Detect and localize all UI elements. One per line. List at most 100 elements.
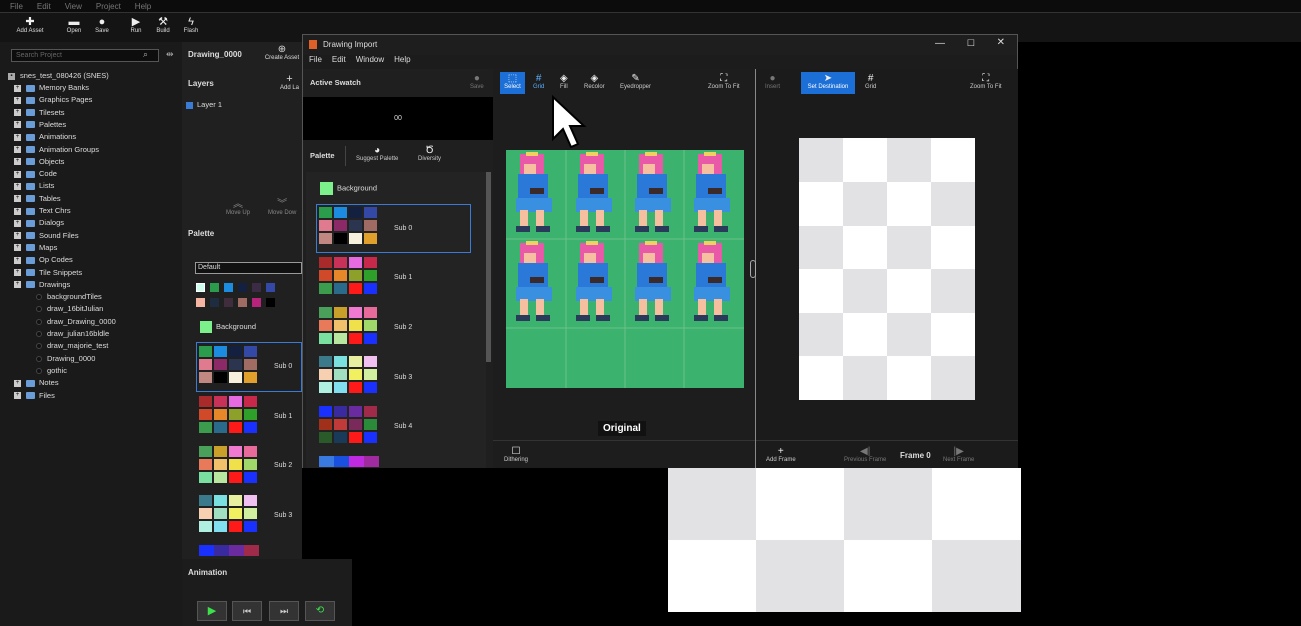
tree-item-tile-snippets[interactable]: + Tile Snippets [14, 268, 82, 277]
sub1-colors-left[interactable] [199, 396, 257, 433]
tree-item-animation-groups[interactable]: + Animation Groups [14, 145, 99, 154]
flash-button[interactable]: ϟ Flash [173, 16, 209, 34]
expand-icon[interactable]: + [14, 133, 21, 141]
background-swatch[interactable] [200, 321, 212, 333]
sub1-colors[interactable] [319, 257, 377, 294]
suggest-palette-button[interactable]: ◕ Suggest Palette [356, 145, 398, 162]
insert-button[interactable]: ● Insert [765, 73, 780, 90]
drawing-item[interactable]: draw_julian16bldle [36, 329, 109, 338]
sub2-colors[interactable] [319, 307, 377, 344]
project-root[interactable]: ▪ snes_test_080426 (SNES) [8, 71, 109, 80]
tool-select[interactable]: ⬚ Select [500, 72, 525, 94]
tree-item-tilesets[interactable]: + Tilesets [14, 108, 65, 117]
wmenu-help[interactable]: Help [394, 55, 410, 67]
drawing-item[interactable]: Drawing_0000 [36, 354, 95, 363]
tree-item-lists[interactable]: + Lists [14, 181, 54, 190]
zoom-to-fit-left[interactable]: ⛶ Zoom To Fit [708, 73, 740, 90]
menu-view[interactable]: View [65, 2, 82, 11]
tree-item-maps[interactable]: + Maps [14, 243, 57, 252]
tree-item-files[interactable]: + Files [14, 391, 55, 400]
drawing-item[interactable]: draw_majorie_test [36, 341, 108, 350]
layer-row[interactable]: Layer 1 [184, 100, 302, 110]
drawing-item[interactable]: backgroundTiles [36, 292, 102, 301]
menu-edit[interactable]: Edit [37, 2, 51, 11]
loop-button[interactable]: ⟲ [305, 601, 335, 621]
expand-icon[interactable]: + [14, 219, 21, 227]
grid-button-right[interactable]: # Grid [865, 73, 876, 90]
palette-scrollbar[interactable] [486, 172, 491, 362]
tool-fill[interactable]: ◈ Fill [560, 73, 568, 90]
expand-icon[interactable]: + [14, 281, 21, 289]
search-input[interactable]: Search Project [11, 49, 159, 62]
collapse-icon[interactable]: ⇹ [166, 49, 174, 60]
add-asset-button[interactable]: ✚ Add Asset [12, 16, 48, 34]
wmenu-file[interactable]: File [309, 55, 322, 67]
expand-icon[interactable]: + [14, 269, 21, 277]
background-row[interactable]: Background [320, 182, 377, 195]
tree-item-tables[interactable]: + Tables [14, 194, 61, 203]
tree-item-op-codes[interactable]: + Op Codes [14, 255, 73, 264]
sub3-colors-left[interactable] [199, 495, 257, 532]
tree-item-drawings[interactable]: + Drawings [14, 280, 70, 289]
expand-icon[interactable]: + [14, 109, 21, 117]
tree-item-objects[interactable]: + Objects [14, 157, 64, 166]
tree-item-graphics-pages[interactable]: + Graphics Pages [14, 95, 92, 104]
dithering-toggle[interactable]: ☐ Dithering [504, 446, 528, 463]
tool-grid[interactable]: # Grid [533, 73, 544, 90]
save-swatch-button[interactable]: ● Save [470, 73, 484, 90]
maximize-icon[interactable]: ☐ [967, 38, 975, 49]
close-icon[interactable]: ✕ [997, 37, 1005, 48]
search-icon[interactable]: ⌕ [143, 49, 148, 60]
doc-tab[interactable]: Drawing_0000 [188, 50, 242, 59]
expand-icon[interactable]: + [14, 195, 21, 203]
save-button[interactable]: ● Save [84, 16, 120, 34]
tree-item-notes[interactable]: + Notes [14, 378, 59, 387]
menu-project[interactable]: Project [96, 2, 121, 11]
tree-item-palettes[interactable]: + Palettes [14, 120, 66, 129]
background-swatch-row[interactable]: Background [200, 321, 256, 333]
drawing-item[interactable]: draw_Drawing_0000 [36, 317, 116, 326]
tool-recolor[interactable]: ◈ Recolor [584, 73, 605, 90]
drawing-item[interactable]: draw_16bitJulian [36, 304, 103, 313]
menu-file[interactable]: File [10, 2, 23, 11]
checkbox-icon[interactable] [186, 101, 193, 109]
expand-icon[interactable]: + [14, 207, 21, 215]
move-down-button[interactable]: ︾ Move Dow [268, 195, 296, 216]
play-button[interactable]: ▶ [197, 601, 227, 621]
expand-icon[interactable]: + [14, 392, 21, 400]
tool-eyedropper[interactable]: ✎ Eyedropper [620, 73, 651, 90]
add-frame-button[interactable]: + Add Frame [766, 446, 796, 463]
expand-icon[interactable]: + [14, 96, 21, 104]
destination-canvas[interactable] [799, 138, 975, 400]
palette-select[interactable]: Default [195, 262, 302, 274]
expand-icon[interactable]: + [14, 244, 21, 252]
sub4-colors[interactable] [319, 406, 377, 443]
expand-icon[interactable]: + [14, 232, 21, 240]
expand-icon[interactable]: + [14, 182, 21, 190]
diversity-button[interactable]: Ծ Diversity [418, 145, 441, 162]
sub2-colors-left[interactable] [199, 446, 257, 483]
expand-icon[interactable]: + [14, 158, 21, 166]
previous-frame-button[interactable]: ◀| Previous Frame [844, 446, 886, 463]
wmenu-window[interactable]: Window [356, 55, 384, 67]
move-up-button[interactable]: ︽ Move Up [226, 195, 250, 216]
expand-icon[interactable]: + [14, 84, 21, 92]
next-frame-button[interactable]: |▶ Next Frame [943, 446, 974, 463]
create-asset-button[interactable]: ⊕ Create Asset [262, 44, 302, 61]
source-image[interactable] [506, 150, 744, 388]
menu-help[interactable]: Help [135, 2, 151, 11]
palette-swatches[interactable] [196, 283, 302, 313]
minimize-icon[interactable]: — [935, 38, 945, 49]
last-frame-button[interactable]: ⏭ [269, 601, 299, 621]
sub4-colors-left[interactable] [199, 545, 259, 556]
drawing-item[interactable]: gothic [36, 366, 67, 375]
add-layer-button[interactable]: + Add La [280, 73, 299, 91]
tree-item-memory-banks[interactable]: + Memory Banks [14, 83, 89, 92]
expand-icon[interactable]: + [14, 146, 21, 154]
tree-item-sound-files[interactable]: + Sound Files [14, 231, 79, 240]
first-frame-button[interactable]: ⏮ [232, 601, 262, 621]
zoom-to-fit-right[interactable]: ⛶ Zoom To Fit [970, 73, 1002, 90]
wmenu-edit[interactable]: Edit [332, 55, 346, 67]
background-swatch[interactable] [320, 182, 333, 195]
tree-item-animations[interactable]: + Animations [14, 132, 76, 141]
